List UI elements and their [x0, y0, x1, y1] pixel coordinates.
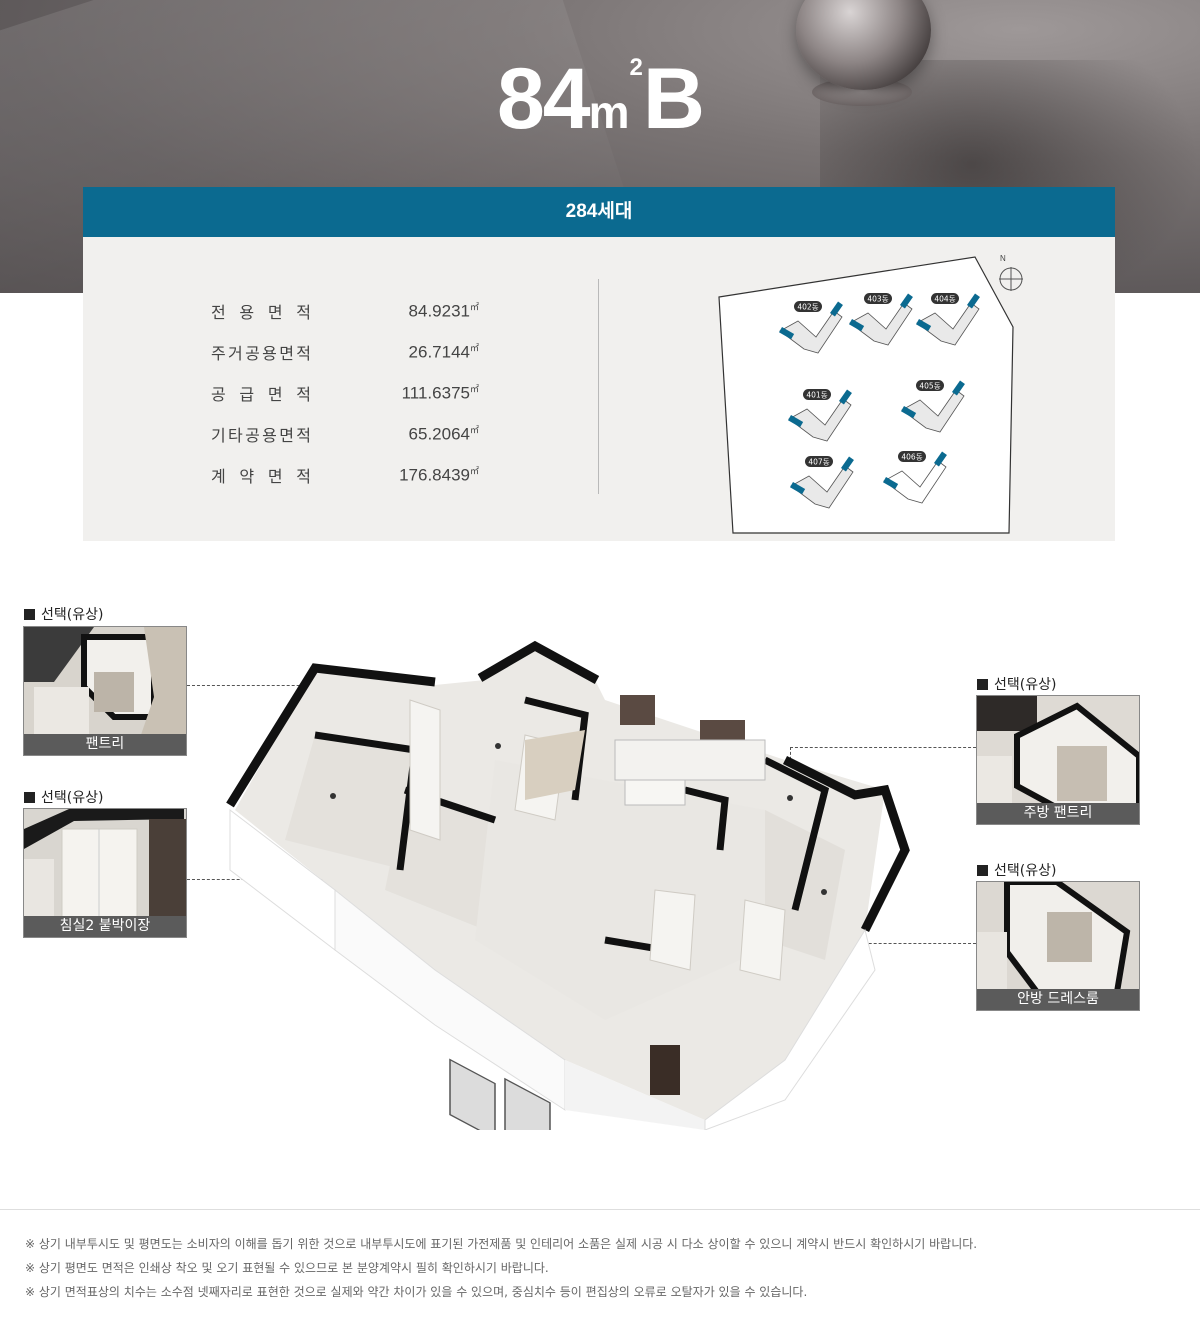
floor-plan-3d [226, 640, 910, 1130]
unit-type-letter: B [642, 51, 705, 147]
area-row: 기 타 공 용 면 적 65.2064㎡ [211, 413, 479, 454]
option-image-pantry[interactable]: 팬트리 [23, 626, 187, 756]
note-line: ※ 상기 면적표상의 치수는 소수점 넷째자리로 표현한 것으로 실제와 약간 … [25, 1285, 808, 1299]
area-value: 26.7144㎡ [408, 342, 479, 362]
area-row: 공 급 면 적 111.6375㎡ [211, 372, 479, 413]
area-label: 공급면적 [211, 384, 311, 404]
north-compass-icon: N [999, 254, 1023, 291]
note-line: ※ 상기 평면도 면적은 인쇄상 착오 및 오기 표현될 수 있으므로 본 분양… [25, 1261, 549, 1275]
area-row: 주 거 공 용 면 적 26.7144㎡ [211, 331, 479, 372]
unit-size: 84 [496, 51, 591, 147]
option-caption: 침실2 붙박이장 [24, 916, 186, 937]
option-image-closet[interactable]: 침실2 붙박이장 [23, 808, 187, 938]
svg-text:N: N [1000, 254, 1006, 263]
building-label: 403동 [867, 295, 888, 304]
divider [598, 279, 599, 494]
building-label: 402동 [797, 303, 818, 312]
unit-area-symbol: m2 [588, 54, 643, 138]
option-label-pantry: 선택(유상) [24, 604, 103, 624]
building-label: 404동 [934, 295, 955, 304]
building-label: 405동 [919, 382, 940, 391]
site-plan-map: N 402동 403동 404동 401동 405동 407동 406동 [718, 254, 1023, 534]
option-caption: 안방 드레스룸 [977, 989, 1139, 1010]
note-line: ※ 상기 내부투시도 및 평면도는 소비자의 이해를 돕기 위한 것으로 내부투… [25, 1237, 978, 1251]
option-caption: 팬트리 [24, 734, 186, 755]
area-table: 전 용 면 적 84.9231㎡ 주 거 공 용 면 적 26.7144㎡ 공 급 면 적 111.6375㎡ 기… [211, 290, 479, 495]
building-label: 401동 [806, 391, 827, 400]
area-value: 65.2064㎡ [408, 424, 479, 444]
option-image-dressroom[interactable]: 안방 드레스룸 [976, 881, 1140, 1011]
area-value: 111.6375㎡ [401, 383, 479, 403]
area-value: 176.8439㎡ [399, 465, 479, 485]
building-label: 406동 [901, 453, 922, 462]
building-label: 407동 [808, 458, 829, 467]
area-label: 전용면적 [211, 302, 311, 322]
area-row: 계 약 면 적 176.8439㎡ [211, 454, 479, 495]
area-label: 계약면적 [211, 466, 311, 486]
unit-type-title: 84m2B [0, 50, 1200, 149]
area-value: 84.9231㎡ [408, 301, 479, 321]
area-row: 전 용 면 적 84.9231㎡ [211, 290, 479, 331]
option-label-dressroom: 선택(유상) [977, 860, 1056, 880]
disclaimer-notes: ※ 상기 내부투시도 및 평면도는 소비자의 이해를 돕기 위한 것으로 내부투… [0, 1209, 1200, 1304]
unit-info-box: 284세대 전 용 면 적 84.9231㎡ 주 거 공 용 면 적 26.7144㎡ 공 급 면 적 111.… [83, 187, 1115, 541]
option-image-kitchen-pantry[interactable]: 주방 팬트리 [976, 695, 1140, 825]
area-label: 주거공용면적 [211, 343, 311, 363]
option-label-kitchen-pantry: 선택(유상) [977, 674, 1056, 694]
households-header: 284세대 [83, 187, 1115, 237]
option-label-closet: 선택(유상) [24, 787, 103, 807]
option-caption: 주방 팬트리 [977, 803, 1139, 824]
area-label: 기타공용면적 [211, 425, 311, 445]
